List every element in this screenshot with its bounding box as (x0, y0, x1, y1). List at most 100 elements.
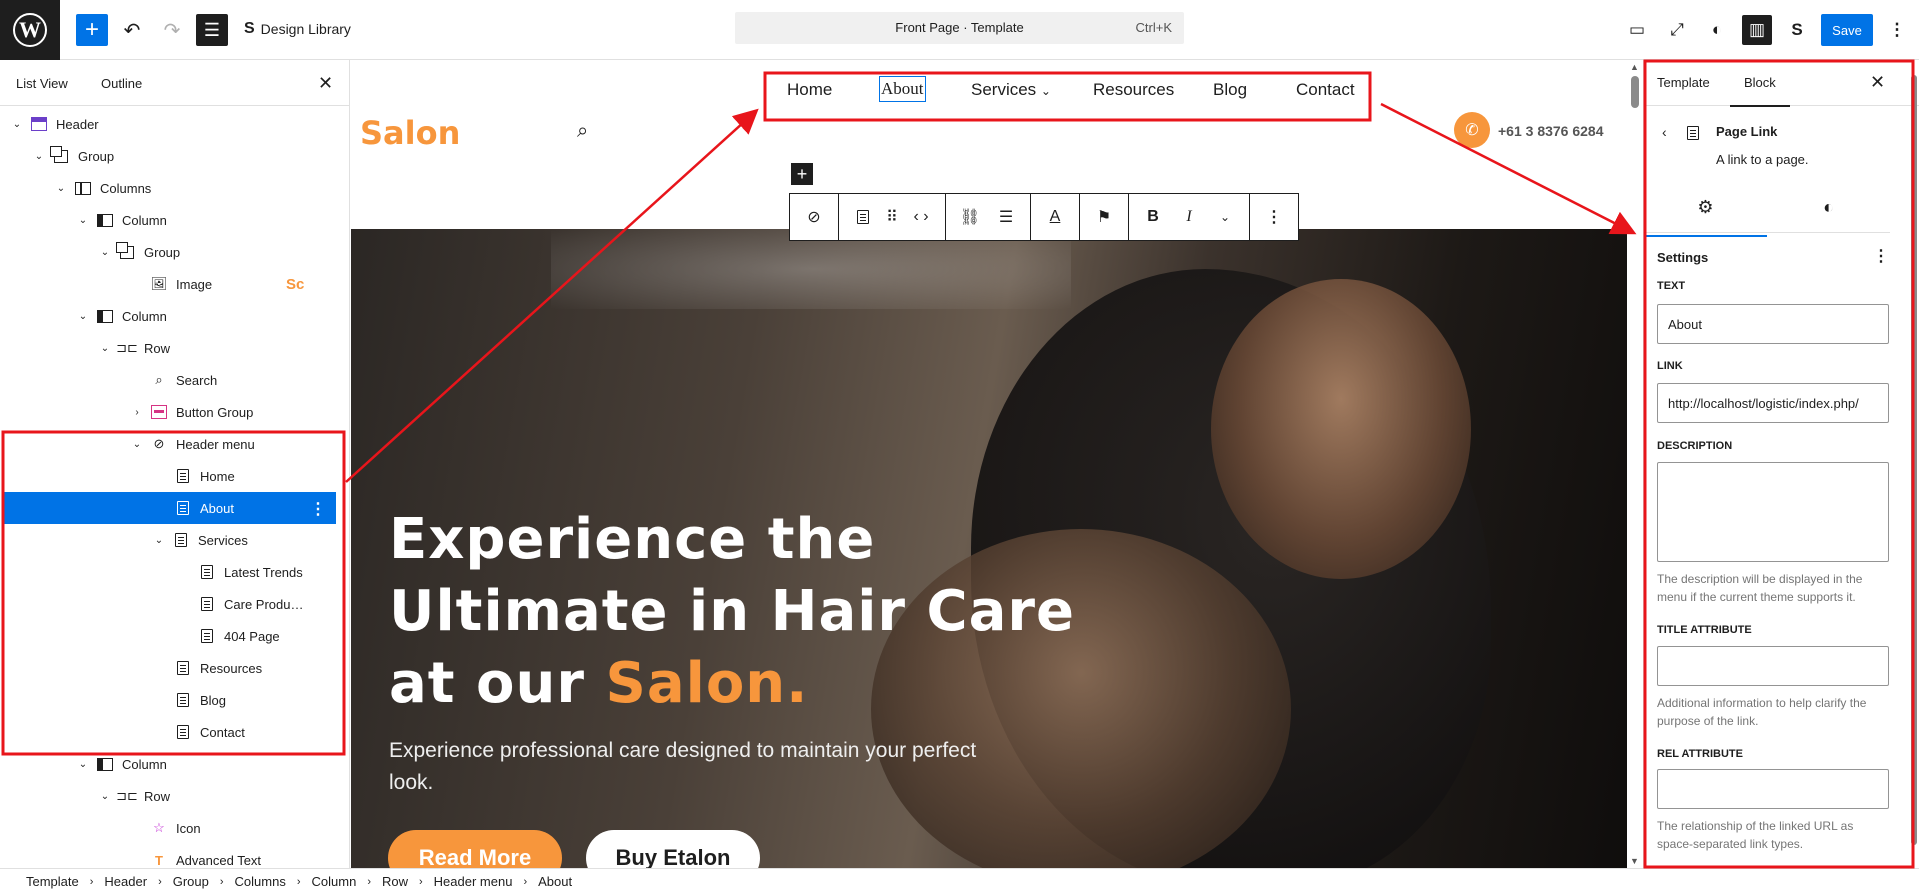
flag-icon[interactable]: ⚑ (1086, 199, 1122, 235)
tab-list-view[interactable]: List View (16, 76, 68, 91)
breadcrumb-item[interactable]: Header menu (434, 874, 513, 889)
move-arrows-icon[interactable]: ‹ › (903, 199, 939, 235)
styles-icon[interactable]: ◐ (1767, 197, 1890, 218)
chevron-right-icon[interactable]: › (130, 407, 144, 418)
save-button[interactable]: Save (1821, 14, 1873, 46)
nav-link-home[interactable]: Home (787, 80, 832, 100)
title-attribute-field[interactable] (1657, 646, 1889, 686)
nav-link-blog[interactable]: Blog (1213, 80, 1247, 100)
desktop-preview-icon[interactable]: ▭ (1622, 15, 1652, 45)
description-textarea[interactable] (1657, 462, 1889, 562)
tree-item-row[interactable]: ⌄ ⊐⊏ Row (0, 780, 340, 812)
breadcrumb-item[interactable]: Group (173, 874, 209, 889)
read-more-button[interactable]: Read More (388, 830, 562, 868)
tab-outline[interactable]: Outline (101, 76, 142, 91)
hero-subtitle[interactable]: Experience professional care designed to… (389, 735, 989, 799)
hero-cover[interactable]: Experience the Ultimate in Hair Care at … (351, 229, 1627, 868)
chevron-down-icon[interactable]: ⌄ (54, 183, 68, 194)
tree-item-header[interactable]: ⌄ Header (0, 108, 340, 140)
breadcrumb-item[interactable]: Row (382, 874, 408, 889)
fullscreen-icon[interactable]: ⤢ (1662, 15, 1692, 45)
chevron-down-icon[interactable]: ⌄ (10, 119, 24, 130)
close-icon[interactable]: ✕ (318, 73, 333, 94)
chevron-down-icon[interactable]: ⌄ (76, 311, 90, 322)
back-chevron-icon[interactable]: ‹ (1662, 124, 1667, 140)
gear-icon[interactable]: ⚙ (1644, 197, 1767, 237)
tree-item-column[interactable]: ⌄ Column (0, 748, 340, 780)
chevron-down-icon[interactable]: ⌄ (152, 535, 166, 546)
breadcrumb-item[interactable]: Column (312, 874, 357, 889)
chevron-down-icon[interactable]: ⌄ (98, 343, 112, 354)
scroll-down-icon[interactable]: ▼ (1630, 856, 1639, 866)
design-library-button[interactable]: S Design Library (244, 20, 351, 38)
compass-icon[interactable]: ⊘ (796, 199, 832, 235)
drag-handle-icon[interactable]: ⠿ (881, 199, 903, 235)
nav-link-resources[interactable]: Resources (1093, 80, 1174, 100)
search-icon[interactable]: ⌕ (577, 120, 588, 143)
tab-block[interactable]: Block (1730, 75, 1790, 107)
document-overview-button[interactable]: ☰ (196, 14, 228, 46)
sidebar-scrollbar[interactable] (1909, 60, 1919, 868)
text-color-icon[interactable]: A (1037, 199, 1073, 235)
tab-template[interactable]: Template (1657, 75, 1710, 90)
more-options-icon[interactable]: ⋮ (310, 499, 326, 519)
tree-item-icon[interactable]: ☆ Icon (0, 812, 340, 844)
chevron-down-icon[interactable]: ⌄ (98, 247, 112, 258)
text-field[interactable] (1657, 304, 1889, 344)
tree-item-row[interactable]: ⌄ ⊐⊏ Row (0, 332, 340, 364)
styles-icon[interactable]: ◐ (1702, 15, 1732, 45)
nav-link-contact[interactable]: Contact (1296, 80, 1355, 100)
tree-item-services[interactable]: ⌄ Services (0, 524, 340, 556)
page-icon[interactable] (845, 199, 881, 235)
wordpress-logo-button[interactable]: W (0, 0, 60, 60)
tree-item-care-products[interactable]: Care Produ… (0, 588, 340, 620)
chevron-down-icon[interactable]: ⌄ (130, 439, 144, 450)
breadcrumb-item[interactable]: Header (104, 874, 147, 889)
site-logo[interactable]: Salon (360, 114, 460, 152)
tree-item-columns[interactable]: ⌄ Columns (0, 172, 340, 204)
insert-block-icon[interactable]: + (791, 163, 813, 185)
bold-icon[interactable]: B (1135, 199, 1171, 235)
tree-item-resources[interactable]: Resources (0, 652, 340, 684)
undo-icon[interactable]: ↶ (118, 14, 146, 46)
nav-link-about[interactable]: About (879, 76, 926, 102)
add-block-button[interactable]: + (76, 14, 108, 46)
command-palette-button[interactable]: Front Page · Template Ctrl+K (735, 12, 1184, 44)
tree-item-contact[interactable]: Contact (0, 716, 340, 748)
editor-canvas[interactable]: Salon ⌕ Home About Services ⌄ Resources … (351, 60, 1627, 868)
chevron-down-icon[interactable]: ⌄ (98, 791, 112, 802)
chevron-down-icon[interactable]: ⌄ (32, 151, 46, 162)
breadcrumb-item[interactable]: Columns (235, 874, 286, 889)
tree-item-latest-trends[interactable]: Latest Trends (0, 556, 340, 588)
tree-item-image[interactable]: 🖼 Image Sc (0, 268, 340, 300)
buy-button[interactable]: Buy Etalon (586, 830, 760, 868)
tree-item-group[interactable]: ⌄ Group (0, 140, 340, 172)
italic-icon[interactable]: I (1171, 199, 1207, 235)
tree-item-advanced-text[interactable]: T Advanced Text (0, 844, 340, 868)
more-options-icon[interactable]: ⋮ (1256, 199, 1292, 235)
hero-heading[interactable]: Experience the Ultimate in Hair Care at … (389, 504, 1075, 720)
add-submenu-icon[interactable]: ☰ (988, 199, 1024, 235)
phone-number[interactable]: +61 3 8376 6284 (1498, 123, 1604, 139)
chevron-down-icon[interactable]: ⌄ (1207, 199, 1243, 235)
plugin-s-icon[interactable]: S (1782, 15, 1812, 45)
link-field[interactable] (1657, 383, 1889, 423)
tree-item-column[interactable]: ⌄ Column (0, 204, 340, 236)
chevron-down-icon[interactable]: ⌄ (76, 759, 90, 770)
tree-item-404-page[interactable]: 404 Page (0, 620, 340, 652)
close-icon[interactable]: ✕ (1870, 72, 1885, 93)
chevron-down-icon[interactable]: ⌄ (76, 215, 90, 226)
scrollbar-thumb[interactable] (1911, 75, 1917, 845)
canvas-scrollbar[interactable]: ▲ ▼ (1627, 60, 1643, 868)
scroll-up-icon[interactable]: ▲ (1630, 62, 1639, 72)
scrollbar-thumb[interactable] (1631, 76, 1639, 108)
tree-item-group[interactable]: ⌄ Group (0, 236, 340, 268)
tree-item-about[interactable]: About ⋮ (4, 492, 336, 524)
more-options-icon[interactable]: ⋮ (1873, 246, 1889, 266)
breadcrumb-item[interactable]: Template (26, 874, 79, 889)
tree-item-blog[interactable]: Blog (0, 684, 340, 716)
link-icon[interactable]: ⛓ (952, 199, 988, 235)
tree-item-home[interactable]: Home (0, 460, 340, 492)
tree-item-search[interactable]: ⌕ Search (0, 364, 340, 396)
nav-link-services[interactable]: Services ⌄ (971, 80, 1051, 100)
